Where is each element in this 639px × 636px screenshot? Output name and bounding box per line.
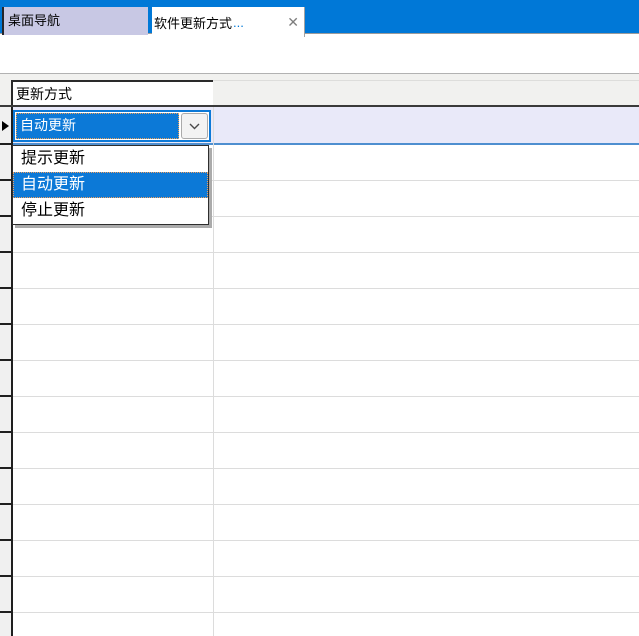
chevron-down-icon [189,123,200,130]
table-row[interactable] [13,505,639,541]
grid-data-area: 自动更新 提示更新自动更新停止更新 [0,107,639,636]
record-selector-separator [0,143,11,145]
table-row[interactable] [13,613,639,636]
header-col2-divider [213,80,639,81]
record-selector-separator [0,539,11,541]
record-selector-separator [0,179,11,181]
update-mode-combobox[interactable]: 自动更新 [13,110,211,142]
dropdown-option[interactable]: 停止更新 [13,198,208,224]
tab-label-ellipsis: ... [233,15,244,30]
combobox-value[interactable]: 自动更新 [16,113,179,139]
table-row[interactable] [13,361,639,397]
tab-label: 桌面导航 [8,13,60,28]
record-selector-separator [0,215,11,217]
app-window: 桌面导航 软件更新方式... ✕ 更新方式 自动更新 提示更新自动更新停止更新 [0,0,639,636]
record-selector-separator [0,251,11,253]
table-row[interactable] [13,469,639,505]
table-row[interactable] [13,289,639,325]
record-selector-separator [0,323,11,325]
record-selector-separator [0,431,11,433]
record-selector-separator [0,503,11,505]
grid-header: 更新方式 [0,74,639,107]
header-bottom-border [0,105,639,107]
table-row[interactable] [13,577,639,613]
table-row[interactable] [13,433,639,469]
dropdown-option[interactable]: 自动更新 [13,172,208,198]
table-row[interactable] [13,325,639,361]
combobox-dropdown-button[interactable] [181,113,208,139]
record-selector-separator [0,395,11,397]
table-row[interactable] [13,253,639,289]
record-selector-separator [0,575,11,577]
table-row[interactable] [13,541,639,577]
tab-software-update-mode[interactable]: 软件更新方式... ✕ [152,7,305,37]
record-selector-separator [0,611,11,613]
dropdown-list: 提示更新自动更新停止更新 [12,145,209,225]
record-selector-separator [0,467,11,469]
record-selector-separator [0,287,11,289]
column-divider [213,107,214,636]
close-icon[interactable]: ✕ [287,15,299,29]
current-row-marker-icon [2,121,9,131]
record-selector-separator [0,359,11,361]
column-header-update-mode[interactable]: 更新方式 [11,80,213,107]
table-row[interactable] [13,397,639,433]
tab-label: 软件更新方式 [154,13,232,32]
dropdown-option[interactable]: 提示更新 [13,146,208,172]
tab-desktop-navigation[interactable]: 桌面导航 [2,7,148,35]
